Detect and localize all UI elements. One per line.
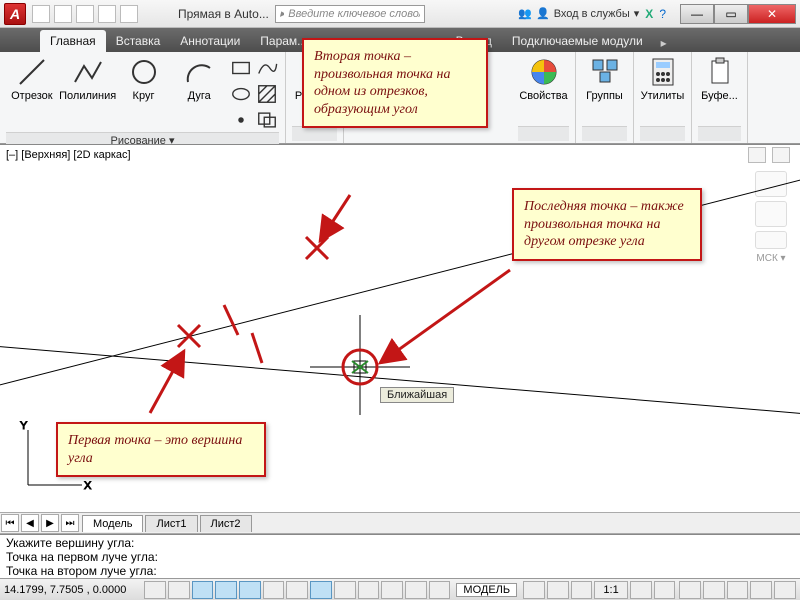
status-ws-icon[interactable] [679,581,701,599]
app-menu-icon[interactable]: A [4,3,26,25]
svg-text:X: X [84,480,92,492]
groups-icon [589,56,621,88]
exchange-icon[interactable]: X [645,7,653,21]
arc-icon [183,56,215,88]
tab-home[interactable]: Главная [40,30,106,52]
help-search-input[interactable]: ▸ Введите ключевое слово/фразу [275,5,425,23]
panel-groups: Группы [576,52,634,143]
cmd-line-1: Укажите вершину угла: [6,536,794,550]
layout-nav-first-icon[interactable]: ⏮ [1,514,19,532]
calculator-icon [647,56,679,88]
status-layout-icon[interactable] [523,581,545,599]
status-tpy-icon[interactable] [381,581,403,599]
status-3dosnap-icon[interactable] [263,581,285,599]
tab-annotate[interactable]: Аннотации [170,30,250,52]
snap-tooltip: Ближайшая [380,387,454,403]
circle-button[interactable]: Круг [118,56,170,102]
layout-nav-last-icon[interactable]: ⏭ [61,514,79,532]
panel-clipboard: Буфе... [692,52,748,143]
status-polar-icon[interactable] [215,581,237,599]
people-icon: 👥 [518,7,532,20]
svg-text:Y: Y [20,420,28,432]
title-bar: A Прямая в Auto... ▸ Введите ключевое сл… [0,0,800,28]
tab-plugins[interactable]: Подключаемые модули [502,30,653,52]
callout-first-point: Первая точка – это вершина угла [56,422,266,477]
tab-overflow-icon[interactable]: ▸ [657,34,671,52]
point-icon[interactable] [229,108,253,132]
status-lwt-icon[interactable] [358,581,380,599]
status-dyn-icon[interactable] [334,581,356,599]
close-button[interactable]: ✕ [748,4,796,24]
layout-nav-prev-icon[interactable]: ◀ [21,514,39,532]
sign-in-button[interactable]: 👥 👤 Вход в службы ▾ [518,7,639,20]
circle-icon [128,56,160,88]
layout-tab-bar: ⏮ ◀ ▶ ⏭ Модель Лист1 Лист2 [0,512,800,534]
line-button[interactable]: Отрезок [6,56,58,102]
maximize-button[interactable]: ▭ [714,4,748,24]
search-placeholder: Введите ключевое слово/фразу [288,8,420,20]
line-icon [16,56,48,88]
qat-undo-icon[interactable] [98,5,116,23]
panel-edit-title [292,126,337,141]
status-annvis-icon[interactable] [630,581,652,599]
quick-access-toolbar [32,5,138,23]
properties-icon [528,56,560,88]
qat-open-icon[interactable] [54,5,72,23]
status-ducs-icon[interactable] [310,581,332,599]
status-ann-icon[interactable] [571,581,593,599]
cmd-line-3: Точка на втором луче угла: [6,564,794,578]
panel-draw: Отрезок Полилиния Круг Дуга [0,52,286,143]
status-hw-icon[interactable] [727,581,749,599]
status-qp-icon[interactable] [405,581,427,599]
properties-button[interactable]: Свойства [518,56,569,102]
status-iso-icon[interactable] [750,581,772,599]
qat-redo-icon[interactable] [120,5,138,23]
polyline-icon [72,56,104,88]
region-icon[interactable] [255,108,279,132]
status-otrack-icon[interactable] [286,581,308,599]
layout-tab-model[interactable]: Модель [82,515,143,532]
help-icon[interactable]: ? [659,7,666,21]
person-icon: 👤 [536,7,550,20]
panel-properties: Свойства [512,52,576,143]
layout-tab-sheet1[interactable]: Лист1 [145,515,197,532]
chevron-down-icon: ▾ [634,7,640,20]
polyline-button[interactable]: Полилиния [62,56,114,102]
callout-last-point: Последняя точка – также произвольная точ… [512,188,702,261]
callout-second-point: Вторая точка – произвольная точка на одн… [302,38,488,128]
minimize-button[interactable]: — [680,4,714,24]
arc-button[interactable]: Дуга [173,56,225,102]
ellipse-icon[interactable] [229,82,253,106]
status-space-button[interactable]: МОДЕЛЬ [456,583,517,597]
command-line[interactable]: Укажите вершину угла: Точка на первом лу… [0,534,800,578]
spline-icon[interactable] [255,56,279,80]
status-clean-icon[interactable] [774,581,796,599]
status-bar: 14.1799, 7.7505 , 0.0000 МОДЕЛЬ 1:1 [0,578,800,600]
tab-insert[interactable]: Вставка [106,30,171,52]
status-qv-icon[interactable] [547,581,569,599]
rectangle-icon[interactable] [229,56,253,80]
status-lock-icon[interactable] [703,581,725,599]
groups-button[interactable]: Группы [582,56,627,102]
utilities-button[interactable]: Утилиты [640,56,685,102]
draw-small-tools [229,56,279,132]
status-sc-icon[interactable] [429,581,451,599]
status-snapmode-icon[interactable] [144,581,166,599]
hatch-icon[interactable] [255,82,279,106]
clipboard-button[interactable]: Буфе... [698,56,741,102]
layout-nav-next-icon[interactable]: ▶ [41,514,59,532]
status-annauto-icon[interactable] [654,581,676,599]
status-grid-icon[interactable] [168,581,190,599]
status-osnap-icon[interactable] [239,581,261,599]
status-ortho-icon[interactable] [192,581,214,599]
window-title: Прямая в Auto... [178,7,269,21]
clipboard-icon [704,56,736,88]
status-annoscale-button[interactable]: 1:1 [594,581,628,599]
layout-tab-sheet2[interactable]: Лист2 [200,515,252,532]
panel-utilities: Утилиты [634,52,692,143]
status-coords: 14.1799, 7.7505 , 0.0000 [4,584,142,596]
qat-save-icon[interactable] [76,5,94,23]
qat-new-icon[interactable] [32,5,50,23]
cmd-line-2: Точка на первом луче угла: [6,550,794,564]
